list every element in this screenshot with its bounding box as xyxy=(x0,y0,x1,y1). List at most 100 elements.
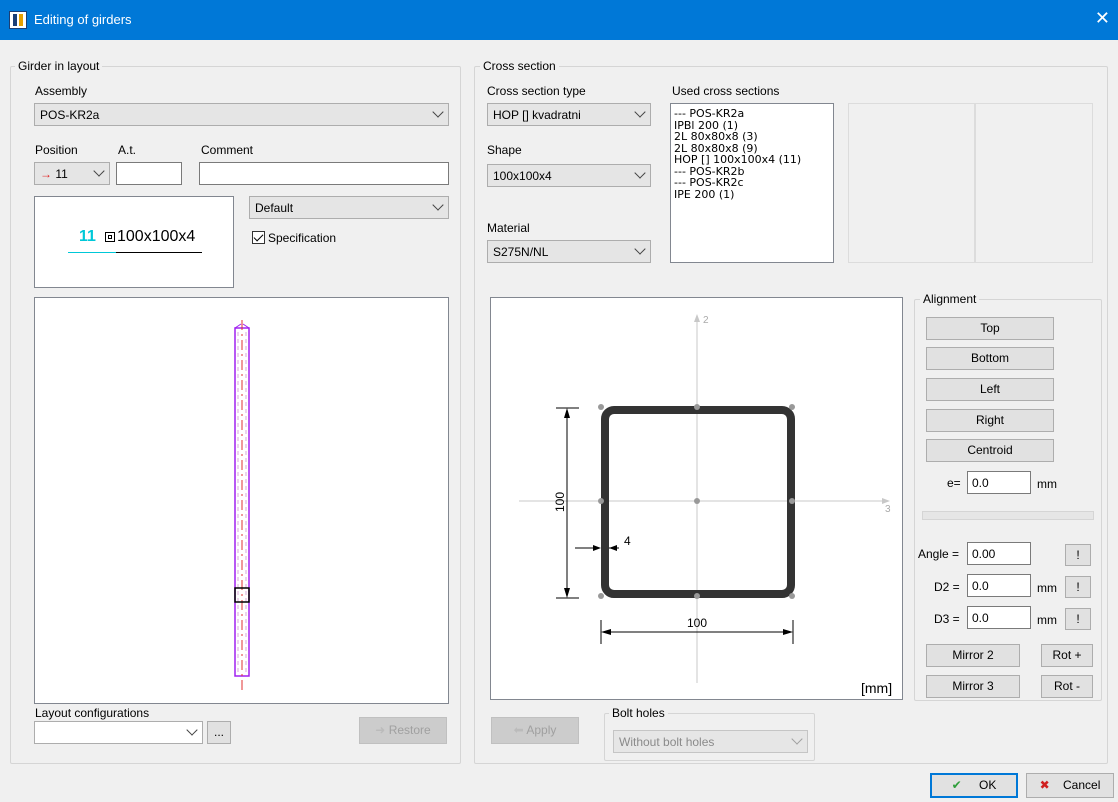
d2-label: D2 = xyxy=(934,580,960,594)
align-left-button[interactable]: Left xyxy=(926,378,1054,401)
material-value: S275N/NL xyxy=(493,245,549,259)
dim-width-label: 100 xyxy=(687,616,708,630)
axis-3-label: 3 xyxy=(885,504,891,515)
position-select[interactable]: → 11 xyxy=(34,162,110,185)
specification-label: Specification xyxy=(268,231,337,245)
mirror-3-button[interactable]: Mirror 3 xyxy=(926,675,1020,698)
d2-reset-button[interactable]: ! xyxy=(1065,576,1091,598)
angle-reset-button[interactable]: ! xyxy=(1065,544,1091,566)
separator xyxy=(922,511,1094,520)
e-label: e= xyxy=(947,476,961,490)
restore-label: Restore xyxy=(388,723,431,737)
rotate-minus-button[interactable]: Rot - xyxy=(1041,675,1093,698)
comment-label: Comment xyxy=(201,143,254,157)
preview-pane-1 xyxy=(848,103,975,263)
angle-label: Angle = xyxy=(918,547,960,561)
apply-label: Apply xyxy=(526,723,557,737)
cs-type-label: Cross section type xyxy=(487,84,586,98)
used-sections-label: Used cross sections xyxy=(672,84,780,98)
material-label: Material xyxy=(487,221,530,235)
girder-group-label: Girder in layout xyxy=(15,59,103,73)
align-bottom-button[interactable]: Bottom xyxy=(926,347,1054,370)
app-icon xyxy=(9,11,27,29)
position-label: Position xyxy=(35,143,78,157)
used-sections-list[interactable]: --- POS-KR2a IPBl 200 (1) 2L 80x80x8 (3)… xyxy=(670,103,834,263)
chevron-down-icon xyxy=(93,165,105,177)
layout-config-more-button[interactable]: ... xyxy=(207,721,231,744)
list-item[interactable]: IPE 200 (1) xyxy=(674,188,833,201)
mirror-2-button[interactable]: Mirror 2 xyxy=(926,644,1020,667)
alignment-label: Alignment xyxy=(920,292,980,306)
cs-type-value: HOP [] kvadratni xyxy=(493,108,581,122)
e-unit: mm xyxy=(1037,477,1057,491)
dim-thickness-label: 4 xyxy=(624,534,631,548)
cancel-label: Cancel xyxy=(1063,778,1101,792)
cross-section-view[interactable]: 2 3 100 100 4 [mm] xyxy=(490,297,903,700)
assembly-value: POS-KR2a xyxy=(40,108,100,122)
bolt-holes-label: Bolt holes xyxy=(609,706,668,720)
align-right-button[interactable]: Right xyxy=(926,409,1054,432)
apply-button[interactable]: ⬅ Apply xyxy=(491,717,579,744)
list-item[interactable]: 2L 80x80x8 (3) xyxy=(674,131,833,143)
girder-drawing xyxy=(234,320,250,693)
units-label: [mm] xyxy=(861,680,893,696)
at-label: A.t. xyxy=(118,143,137,157)
arrow-left-icon: ⬅ xyxy=(513,723,524,737)
d3-input[interactable]: 0.0 xyxy=(967,606,1031,629)
material-select[interactable]: S275N/NL xyxy=(487,240,651,263)
bolt-holes-value: Without bolt holes xyxy=(619,735,715,749)
close-icon[interactable]: ✕ xyxy=(1095,8,1110,29)
specification-checkbox[interactable] xyxy=(252,231,265,244)
girder-layout-view[interactable] xyxy=(34,297,449,704)
d3-reset-button[interactable]: ! xyxy=(1065,608,1091,630)
list-item[interactable]: --- POS-KR2c xyxy=(674,177,833,189)
preview-section-text: 100x100x4 xyxy=(117,228,196,245)
angle-input[interactable]: 0.00 xyxy=(967,542,1031,565)
comment-input[interactable] xyxy=(199,162,449,185)
preview-pane-2 xyxy=(975,103,1093,263)
list-item[interactable]: --- POS-KR2a xyxy=(674,108,833,120)
chevron-down-icon xyxy=(791,733,803,745)
position-value: 11 xyxy=(55,167,68,181)
chevron-down-icon xyxy=(634,243,646,255)
align-centroid-button[interactable]: Centroid xyxy=(926,439,1054,462)
arrow-right-icon: → xyxy=(40,167,52,181)
arrow-right-icon: ➜ xyxy=(375,723,386,737)
ok-label: OK xyxy=(979,778,997,792)
layout-config-label: Layout configurations xyxy=(35,706,150,720)
d2-unit: mm xyxy=(1037,581,1057,595)
assembly-select[interactable]: POS-KR2a xyxy=(34,103,449,126)
cs-type-select[interactable]: HOP [] kvadratni xyxy=(487,103,651,126)
dim-height-label: 100 xyxy=(553,491,567,512)
rotate-plus-button[interactable]: Rot + xyxy=(1041,644,1093,667)
bolt-holes-select[interactable]: Without bolt holes xyxy=(613,730,808,753)
cross-section-group-label: Cross section xyxy=(480,59,559,73)
chevron-down-icon xyxy=(634,167,646,179)
shape-label: Shape xyxy=(487,143,522,157)
box-section-icon xyxy=(105,232,115,242)
chevron-down-icon xyxy=(186,724,198,736)
d3-label: D3 = xyxy=(934,612,960,626)
d2-input[interactable]: 0.0 xyxy=(967,574,1031,597)
checkmark-icon: ✔ xyxy=(951,778,962,792)
title-bar: Editing of girders ✕ xyxy=(0,0,1118,40)
d3-unit: mm xyxy=(1037,613,1057,627)
shape-value: 100x100x4 xyxy=(493,169,552,183)
cross-icon: ✖ xyxy=(1039,778,1050,792)
label-style-select[interactable]: Default xyxy=(249,196,449,219)
e-input[interactable]: 0.0 xyxy=(967,471,1031,494)
align-top-button[interactable]: Top xyxy=(926,317,1054,340)
at-input[interactable] xyxy=(116,162,182,185)
label-preview: 11 100x100x4 xyxy=(34,196,234,288)
window-title: Editing of girders xyxy=(34,12,132,27)
shape-select[interactable]: 100x100x4 xyxy=(487,164,651,187)
list-item[interactable]: HOP [] 100x100x4 (11) xyxy=(674,154,833,166)
assembly-label: Assembly xyxy=(35,84,88,98)
label-style-value: Default xyxy=(255,201,294,215)
ok-button[interactable]: ✔ OK xyxy=(930,773,1018,798)
chevron-down-icon xyxy=(634,106,646,118)
preview-position-number: 11 xyxy=(79,228,96,245)
layout-config-select[interactable] xyxy=(34,721,203,744)
cancel-button[interactable]: ✖ Cancel xyxy=(1026,773,1114,798)
restore-button[interactable]: ➜ Restore xyxy=(359,717,447,744)
